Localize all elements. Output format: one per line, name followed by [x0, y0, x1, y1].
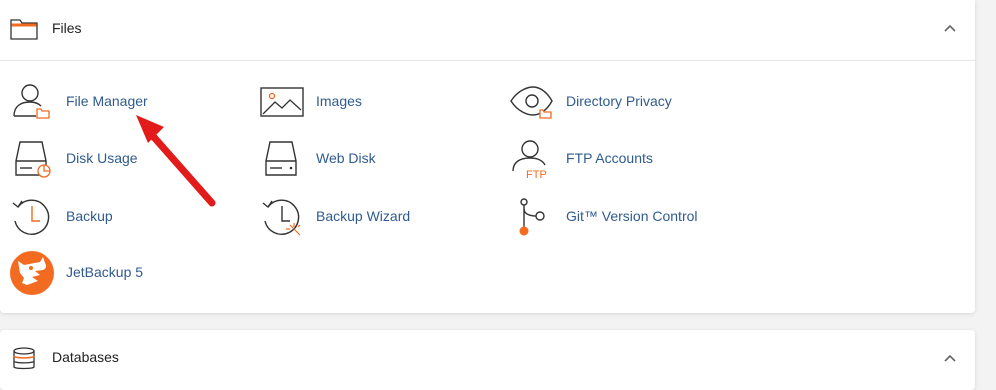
- disk-usage-label: Disk Usage: [66, 150, 138, 166]
- file-manager-icon: [13, 84, 50, 119]
- chevron-up-icon[interactable]: [943, 353, 957, 363]
- jetbackup-icon: [10, 251, 54, 295]
- directory-privacy-label: Directory Privacy: [566, 93, 672, 109]
- chevron-up-icon[interactable]: [943, 23, 957, 33]
- files-panel-header[interactable]: Files: [0, 0, 975, 61]
- disk-usage-link[interactable]: Disk Usage: [10, 139, 210, 179]
- directory-privacy-link[interactable]: Directory Privacy: [510, 82, 730, 122]
- jetbackup-label: JetBackup 5: [66, 264, 144, 280]
- backup-wizard-label: Backup Wizard: [316, 208, 411, 224]
- web-disk-label: Web Disk: [316, 150, 376, 166]
- folder-icon: [10, 19, 38, 40]
- git-version-control-label: Git™ Version Control: [566, 208, 698, 224]
- images-link[interactable]: Images: [260, 82, 460, 122]
- files-panel-title: Files: [52, 20, 82, 36]
- web-disk-link[interactable]: Web Disk: [260, 139, 460, 179]
- backup-wizard-link[interactable]: Backup Wizard: [260, 197, 460, 237]
- git-icon: [519, 198, 545, 236]
- images-label: Images: [316, 93, 362, 109]
- backup-link[interactable]: Backup: [10, 197, 210, 237]
- databases-panel-title: Databases: [52, 349, 119, 365]
- directory-privacy-icon: [510, 86, 553, 119]
- backup-label: Backup: [66, 208, 113, 224]
- page-scroll-edge: [988, 0, 996, 367]
- databases-panel-header[interactable]: Databases: [0, 330, 975, 390]
- ftp-accounts-icon: FTP: [512, 140, 547, 179]
- file-manager-link[interactable]: File Manager: [10, 82, 210, 122]
- files-panel: Files File Manager Images Directory Priv…: [0, 0, 975, 313]
- web-disk-icon: [265, 141, 297, 176]
- git-version-control-link[interactable]: Git™ Version Control: [510, 197, 730, 237]
- ftp-accounts-link[interactable]: FTP FTP Accounts: [510, 139, 730, 179]
- ftp-accounts-label: FTP Accounts: [566, 150, 653, 166]
- disk-usage-icon: [15, 141, 51, 178]
- backup-icon: [12, 199, 50, 235]
- svg-text:FTP: FTP: [526, 169, 547, 179]
- file-manager-label: File Manager: [66, 93, 148, 109]
- database-icon: [13, 347, 35, 370]
- images-icon: [260, 87, 304, 117]
- jetbackup-link[interactable]: JetBackup 5: [10, 251, 210, 295]
- backup-wizard-icon: [262, 199, 301, 236]
- databases-panel: Databases: [0, 330, 975, 390]
